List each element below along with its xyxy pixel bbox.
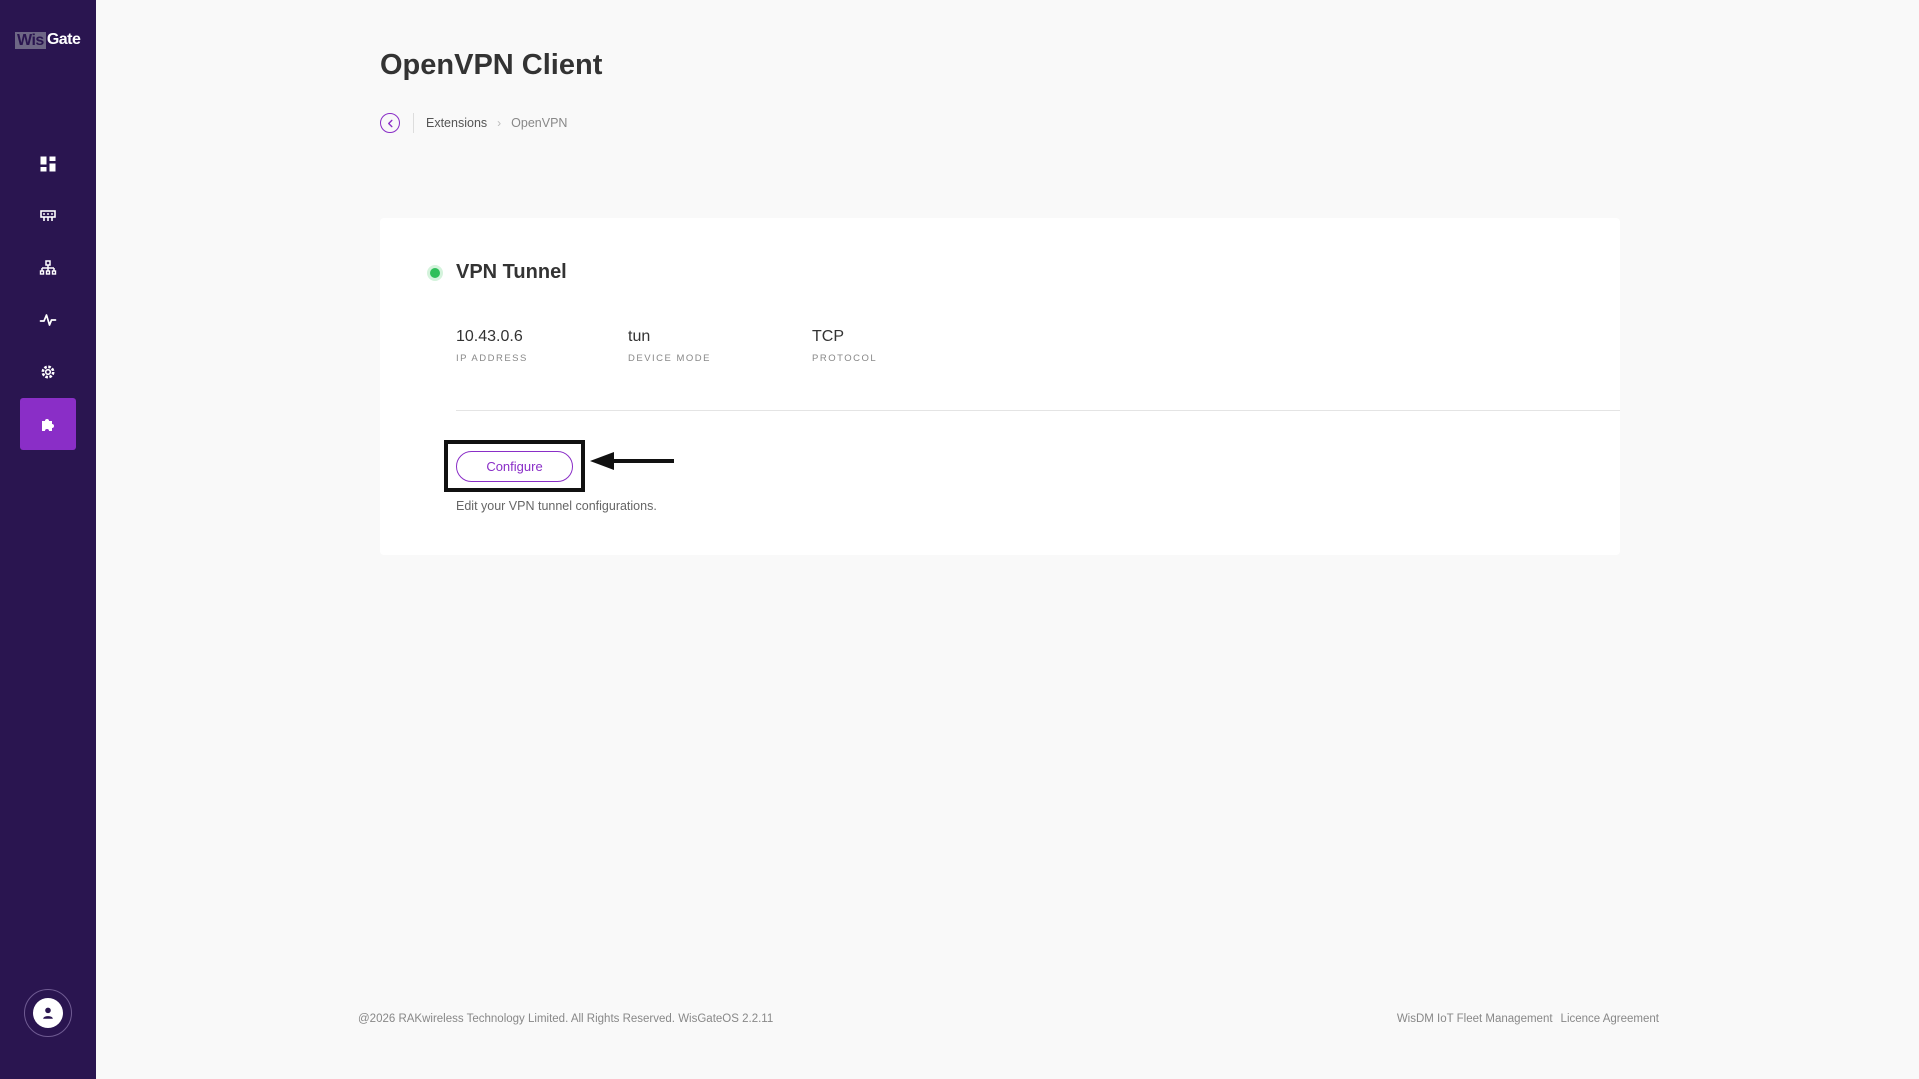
protocol-label: PROTOCOL: [812, 353, 878, 364]
vpn-tunnel-card: VPN Tunnel 10.43.0.6 IP ADDRESS tun DEVI…: [380, 218, 1620, 555]
user-avatar-button[interactable]: [24, 989, 72, 1037]
page-title: OpenVPN Client: [380, 49, 603, 81]
sidebar-item-network[interactable]: [20, 242, 76, 294]
configure-button[interactable]: Configure: [456, 451, 573, 482]
footer-links: WisDM IoT Fleet Management Licence Agree…: [1397, 1013, 1659, 1025]
breadcrumb-chevron-icon: ›: [497, 116, 502, 130]
sidebar-item-gateway[interactable]: [20, 190, 76, 242]
sidebar: Wis Gate: [0, 0, 96, 1079]
ip-address-value: 10.43.0.6: [456, 328, 523, 345]
logo-wis-text: Wis: [15, 31, 46, 49]
back-button[interactable]: [380, 113, 400, 133]
device-mode-value: tun: [628, 328, 651, 345]
sidebar-item-settings[interactable]: [20, 346, 76, 398]
card-title: VPN Tunnel: [456, 261, 567, 283]
footer-copyright: @2026 RAKwireless Technology Limited. Al…: [358, 1013, 774, 1025]
card-divider: [456, 410, 1620, 411]
sidebar-item-dashboard[interactable]: [20, 138, 76, 190]
device-mode-label: DEVICE MODE: [628, 353, 712, 364]
breadcrumb-openvpn: OpenVPN: [511, 116, 568, 130]
activity-icon: [39, 314, 57, 326]
extensions-puzzle-icon: [42, 419, 54, 431]
footer-link-wisdm[interactable]: WisDM IoT Fleet Management: [1397, 1013, 1553, 1025]
breadcrumb: Extensions › OpenVPN: [380, 113, 567, 133]
status-indicator-core: [430, 268, 440, 278]
protocol-field: TCP PROTOCOL: [812, 328, 877, 364]
ip-address-field: 10.43.0.6 IP ADDRESS: [456, 328, 528, 364]
logo-gate-text: Gate: [46, 31, 81, 48]
arrow-left-icon: [590, 452, 674, 470]
network-icon: [39, 260, 57, 275]
avatar-circle: [33, 998, 63, 1028]
breadcrumb-divider: [413, 113, 414, 133]
footer-link-licence[interactable]: Licence Agreement: [1561, 1013, 1659, 1025]
settings-icon: [41, 365, 55, 379]
breadcrumb-extensions[interactable]: Extensions: [426, 116, 487, 130]
wisgate-logo[interactable]: Wis Gate: [15, 31, 81, 49]
protocol-value: TCP: [812, 328, 844, 345]
device-mode-field: tun DEVICE MODE: [628, 328, 711, 364]
configure-helper-text: Edit your VPN tunnel configurations.: [456, 499, 657, 513]
status-indicator-icon: [427, 265, 443, 281]
user-icon: [43, 1007, 53, 1019]
dashboard-icon: [40, 156, 56, 172]
chevron-left-icon: [387, 119, 393, 127]
sidebar-item-activity[interactable]: [20, 294, 76, 346]
ip-address-label: IP ADDRESS: [456, 353, 528, 364]
gateway-icon: [40, 210, 56, 221]
sidebar-item-extensions[interactable]: [20, 398, 76, 450]
